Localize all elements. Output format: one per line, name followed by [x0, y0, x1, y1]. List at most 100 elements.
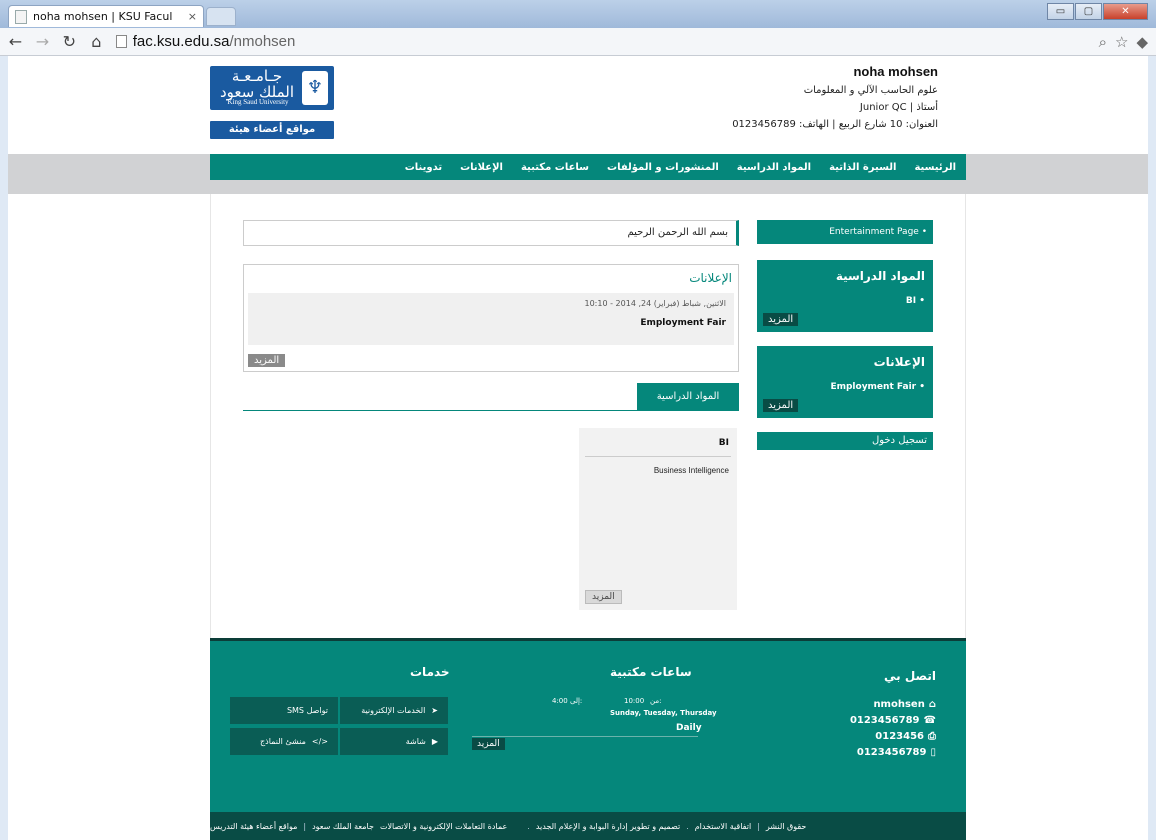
sidebar-courses-more-button[interactable]: المزيد	[763, 313, 799, 326]
contact-phone: 0123456789 ☎	[849, 715, 936, 726]
announcement-entry[interactable]: الاثنين, شباط (فبراير) 24, 2014 - 10:10 …	[248, 293, 734, 345]
main-nav: الرئيسية السيرة الذاتية المواد الدراسية …	[210, 154, 966, 180]
sms-button[interactable]: SMS تواصل	[230, 697, 338, 724]
browser-window: noha mohsen | KSU Facul × ▭ ▢ ✕ ← → ↻ ⌂ …	[0, 0, 1156, 840]
sidebar-announcement-item[interactable]: • Employment Fair	[830, 382, 925, 392]
extension-icon[interactable]: ◆	[1136, 33, 1148, 51]
bottom-links-bar: مواقع أعضاء هيئة التدريس | جامعة الملك س…	[210, 812, 966, 840]
faculty-sites-label[interactable]: مواقع أعضاء هيئة التدريس	[210, 121, 334, 153]
hours-more-button[interactable]: المزيد	[472, 738, 505, 750]
announcements-heading: الإعلانات	[689, 271, 732, 285]
logo-english-text: King Saud University	[227, 98, 289, 106]
bottom-link-deanship[interactable]: عمادة التعاملات الإلكترونية و الاتصالات	[380, 822, 507, 831]
course-more-button[interactable]: المزيد	[585, 590, 622, 604]
contact-fax: 0123456 ⎙	[875, 731, 936, 742]
hours-from: 10:00	[624, 697, 645, 705]
bottom-link-copyright[interactable]: حقوق النشر	[766, 822, 807, 831]
contact-user[interactable]: nmohsen ⌂	[873, 699, 936, 710]
bottom-link-faculty-sites[interactable]: مواقع أعضاء هيئة التدريس	[210, 822, 297, 831]
code-icon: </>	[311, 737, 328, 746]
web-page: جـامـعـة الملك سعود King Saud University…	[8, 56, 1148, 840]
logo-arabic-text: جـامـعـة الملك سعود	[219, 67, 295, 101]
address-bar[interactable]: fac.ksu.edu.sa/nmohsen	[115, 31, 1087, 53]
announcement-date: الاثنين, شباط (فبراير) 24, 2014 - 10:10	[584, 299, 727, 308]
nav-item-cv[interactable]: السيرة الذاتية	[829, 162, 896, 173]
profile-name: noha mohsen	[853, 64, 938, 79]
sidebar-announcements-title: الإعلانات	[873, 355, 925, 369]
play-icon: ▶	[431, 737, 438, 746]
page-icon	[115, 35, 127, 48]
contact-title: اتصل بي	[884, 669, 936, 683]
hours-frequency: Daily	[676, 723, 702, 733]
announcements-panel: الإعلانات الاثنين, شباط (فبراير) 24, 201…	[243, 264, 739, 372]
sidebar-course-item[interactable]: • BI	[906, 296, 925, 306]
sidebar-announcements-more-button[interactable]: المزيد	[763, 399, 799, 412]
separator: .	[527, 821, 530, 831]
entertainment-link[interactable]: • Entertainment Page	[757, 220, 933, 244]
forward-arrow-icon[interactable]: →	[35, 32, 50, 51]
tab-title: noha mohsen | KSU Facul	[33, 10, 173, 23]
home-icon[interactable]: ⌂	[89, 32, 104, 51]
nav-item-home[interactable]: الرئيسية	[914, 162, 956, 173]
hours-to: 4:00	[552, 697, 568, 705]
nav-item-office-hours[interactable]: ساعات مكتبية	[521, 162, 589, 173]
announcement-title[interactable]: Employment Fair	[256, 318, 726, 328]
site-footer: اتصل بي nmohsen ⌂ 0123456789 ☎ 0123456 ⎙ 01…	[210, 638, 966, 812]
url-text: fac.ksu.edu.sa/nmohsen	[132, 33, 296, 50]
sidebar-announcements: الإعلانات • Employment Fair المزيد	[757, 346, 933, 418]
ksu-logo[interactable]: جـامـعـة الملك سعود King Saud University…	[210, 66, 334, 110]
office-hours-title: ساعات مكتبية	[610, 665, 692, 679]
reload-icon[interactable]: ↻	[62, 32, 77, 51]
announcements-more-button[interactable]: المزيد	[248, 354, 286, 367]
login-link[interactable]: تسجيل دخول	[757, 432, 933, 450]
course-description: Business Intelligence	[653, 466, 729, 475]
maximize-icon[interactable]: ▢	[1075, 3, 1102, 20]
bullet-icon: •	[918, 227, 927, 237]
zoom-icon[interactable]: ⌕	[1099, 33, 1107, 51]
address: العنوان: 10 شارع الربيع | الهاتف: 012345…	[732, 119, 938, 130]
sidebar-courses-title: المواد الدراسية	[835, 269, 925, 283]
printer-icon: ⎙	[928, 731, 936, 742]
course-code[interactable]: BI	[719, 438, 729, 448]
mobile-icon: ▯	[930, 747, 936, 758]
close-window-icon[interactable]: ✕	[1103, 3, 1148, 20]
hours-days: Sunday, Tuesday, Thursday	[610, 709, 717, 717]
cursor-icon: ➤	[431, 706, 438, 715]
browser-tab[interactable]: noha mohsen | KSU Facul ×	[8, 5, 204, 27]
home-icon: ⌂	[928, 699, 936, 710]
bottom-link-design[interactable]: تصميم و تطوير إدارة البوابة و الإعلام ال…	[536, 822, 680, 831]
basmala-text: بسم الله الرحمن الرحيم	[243, 220, 739, 246]
close-tab-icon[interactable]: ×	[188, 10, 197, 23]
bottom-link-ksu[interactable]: جامعة الملك سعود	[312, 822, 374, 831]
separator: |	[303, 821, 307, 831]
profile-info: noha mohsen علوم الحاسب الآلي و المعلوما…	[618, 64, 938, 130]
back-arrow-icon[interactable]: ←	[8, 32, 23, 51]
separator: .	[686, 821, 689, 831]
position: أستاذ | Junior QC	[859, 102, 938, 113]
eservices-button[interactable]: الخدمات الإلكترونية ➤	[340, 697, 448, 724]
palm-emblem-icon: ♆	[302, 71, 328, 105]
screen-button[interactable]: شاشة ▶	[340, 728, 448, 755]
separator: |	[757, 821, 760, 831]
tab-courses[interactable]: المواد الدراسية	[637, 383, 739, 410]
page-icon	[15, 9, 27, 24]
nav-item-announcements[interactable]: الإعلانات	[460, 162, 503, 173]
bookmark-star-icon[interactable]: ☆	[1115, 33, 1128, 51]
content-area: • Entertainment Page المواد الدراسية • B…	[210, 194, 966, 638]
title-bar: noha mohsen | KSU Facul × ▭ ▢ ✕	[0, 0, 1156, 28]
divider	[585, 456, 731, 457]
hours-to-label: إلى:	[570, 697, 583, 705]
department: علوم الحاسب الآلي و المعلومات	[803, 85, 938, 96]
hours-divider	[472, 736, 698, 737]
form-builder-button[interactable]: منشئ النماذج </>	[230, 728, 338, 755]
nav-item-blogs[interactable]: تدوينات	[405, 162, 442, 173]
bottom-link-terms[interactable]: اتفاقية الاستخدام	[695, 822, 751, 831]
nav-item-courses[interactable]: المواد الدراسية	[737, 162, 811, 173]
phone-icon: ☎	[923, 715, 936, 726]
new-tab-button[interactable]	[206, 7, 236, 26]
browser-toolbar: ← → ↻ ⌂ fac.ksu.edu.sa/nmohsen ⌕ ☆ ◆	[0, 28, 1156, 56]
contact-mobile: 0123456789 ▯	[856, 747, 936, 758]
minimize-icon[interactable]: ▭	[1047, 3, 1074, 20]
nav-item-publications[interactable]: المنشورات و المؤلفات	[607, 162, 719, 173]
sidebar-courses: المواد الدراسية • BI المزيد	[757, 260, 933, 332]
